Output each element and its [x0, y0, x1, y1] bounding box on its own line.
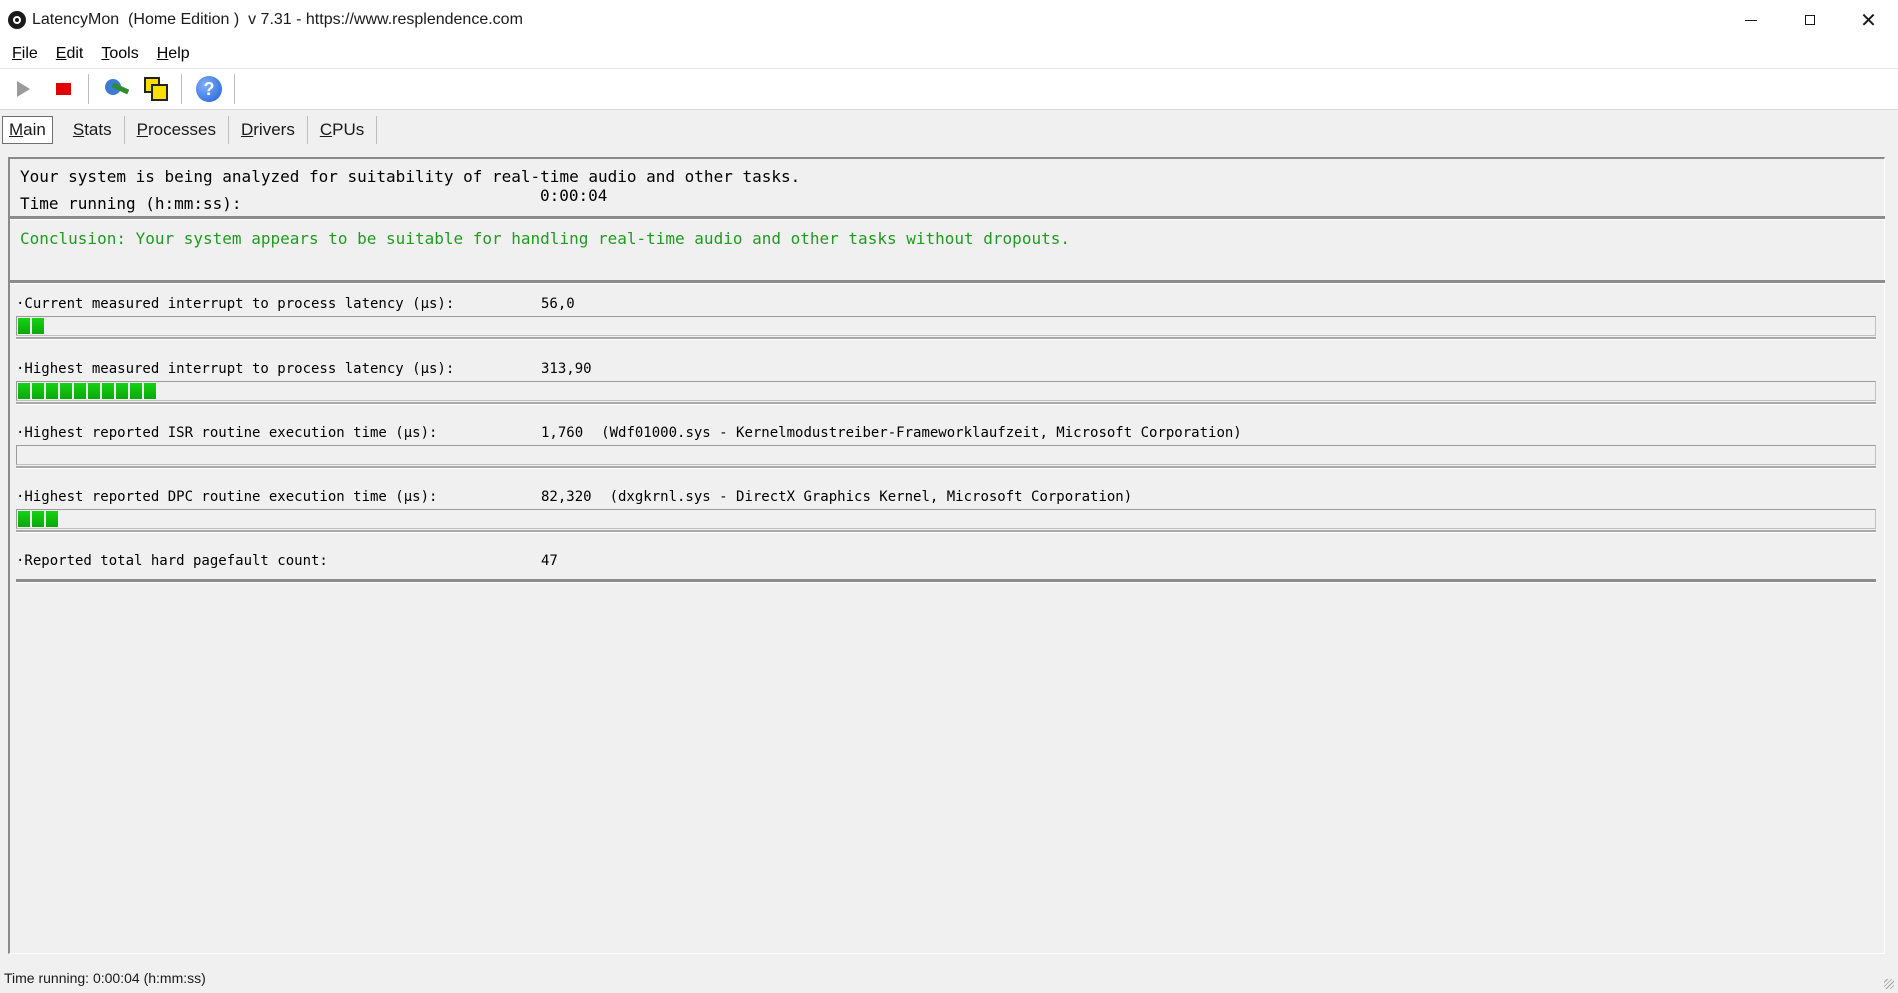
bar-segment	[46, 511, 58, 527]
status-bar-text: Time running: 0:00:04 (h:mm:ss)	[4, 970, 206, 986]
latency-bar-fill	[18, 383, 158, 399]
menu-help[interactable]: Help	[151, 45, 196, 63]
menu-file[interactable]: File	[6, 45, 44, 63]
divider	[10, 280, 1885, 284]
window-title: LatencyMon (Home Edition ) v 7.31 - http…	[32, 11, 523, 28]
tab-strip: Main Stats Processes Drivers CPUs	[0, 110, 378, 150]
maximize-button[interactable]	[1780, 0, 1839, 40]
tab-stats[interactable]: Stats	[61, 116, 125, 144]
metric-label: ·Reported total hard pagefault count:	[16, 553, 328, 569]
bar-segment	[32, 383, 44, 399]
start-button[interactable]	[6, 72, 40, 106]
conclusion-text: Conclusion: Your system appears to be su…	[20, 229, 1070, 248]
tab-main[interactable]: Main	[2, 116, 53, 144]
time-running-label: Time running (h:mm:ss):	[20, 194, 242, 213]
bar-segment	[130, 383, 142, 399]
metric-value: 56,0	[541, 296, 593, 312]
toolbar-separator	[234, 74, 235, 104]
main-panel: Your system is being analyzed for suitab…	[8, 157, 1885, 954]
reset-icon	[103, 76, 130, 102]
window-controls: ✕	[1721, 0, 1898, 40]
resize-grip[interactable]	[1884, 979, 1894, 989]
metric-value: 1,760 (Wdf01000.sys - Kernelmodustreiber-…	[541, 425, 1242, 441]
help-icon: ?	[196, 76, 222, 102]
isr-bar	[16, 445, 1876, 469]
metric-number: 47	[541, 553, 558, 569]
status-bar: Time running: 0:00:04 (h:mm:ss)	[0, 963, 1898, 993]
menu-tools[interactable]: Tools	[95, 45, 144, 63]
bar-segment	[18, 383, 30, 399]
windows-button[interactable]	[139, 72, 173, 106]
toolbar-separator	[181, 74, 182, 104]
bar-segment	[46, 383, 58, 399]
bar-segment	[116, 383, 128, 399]
close-button[interactable]: ✕	[1839, 0, 1898, 40]
reset-button[interactable]	[99, 72, 133, 106]
latency-bar-fill	[18, 318, 46, 334]
metric-label: ·Highest measured interrupt to process l…	[16, 361, 455, 377]
metric-value: 313,90	[541, 361, 610, 377]
latency-bar	[16, 316, 1876, 340]
app-icon	[8, 11, 26, 29]
menu-bar: File Edit Tools Help	[0, 40, 1898, 68]
tab-cpus[interactable]: CPUs	[308, 116, 378, 144]
metric-label: ·Current measured interrupt to process l…	[16, 296, 455, 312]
minimize-button[interactable]	[1721, 0, 1780, 40]
bar-segment	[32, 511, 44, 527]
bar-segment	[60, 383, 72, 399]
title-bar: LatencyMon (Home Edition ) v 7.31 - http…	[0, 0, 1898, 40]
windows-icon	[143, 76, 169, 102]
bar-segment	[144, 383, 156, 399]
bar-segment	[74, 383, 86, 399]
metric-value: 47	[541, 553, 576, 569]
dpc-bar-fill	[18, 511, 60, 527]
metric-number: 1,760	[541, 425, 584, 441]
status-line: Your system is being analyzed for suitab…	[20, 167, 801, 186]
stop-button[interactable]	[46, 72, 80, 106]
dpc-bar	[16, 509, 1876, 533]
help-button[interactable]: ?	[192, 72, 226, 106]
time-running-value: 0:00:04	[540, 186, 608, 205]
metric-number: 82,320	[541, 489, 592, 505]
tab-drivers[interactable]: Drivers	[229, 116, 308, 144]
latency-bar	[16, 381, 1876, 405]
tab-processes[interactable]: Processes	[125, 116, 229, 144]
status-area: Your system is being analyzed for suitab…	[20, 163, 800, 217]
stop-icon	[55, 83, 71, 95]
divider	[10, 216, 1885, 220]
metric-number: 56,0	[541, 296, 575, 312]
toolbar-separator	[88, 74, 89, 104]
toolbar: ?	[0, 68, 1898, 110]
menu-edit[interactable]: Edit	[50, 45, 90, 63]
play-icon	[16, 81, 30, 97]
bar-segment	[18, 511, 30, 527]
bar-segment	[102, 383, 114, 399]
divider	[16, 579, 1876, 583]
metric-label: ·Highest reported DPC routine execution …	[16, 489, 438, 505]
bar-segment	[88, 383, 100, 399]
bar-segment	[18, 318, 30, 334]
metric-detail: (Wdf01000.sys - Kernelmodustreiber-Frame…	[601, 425, 1242, 441]
metric-value: 82,320 (dxgkrnl.sys - DirectX Graphics Ke…	[541, 489, 1132, 505]
metric-detail: (dxgkrnl.sys - DirectX Graphics Kernel, …	[609, 489, 1133, 505]
bar-segment	[32, 318, 44, 334]
metric-label: ·Highest reported ISR routine execution …	[16, 425, 438, 441]
metric-number: 313,90	[541, 361, 592, 377]
